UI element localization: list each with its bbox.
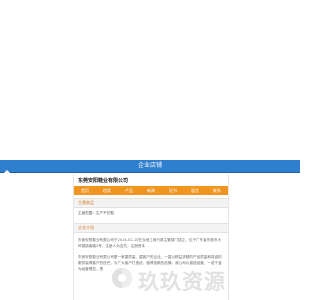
page-title: 企业店铺 [137, 162, 162, 169]
company-name: 东莞安阳鞋业有限公司 [78, 178, 129, 184]
nav-item-products[interactable]: 产品 [125, 186, 133, 195]
top-header-bar: 企业店铺 [0, 160, 300, 176]
nav-item-contact[interactable]: 联系 [213, 186, 221, 195]
nav-item-profile[interactable]: 档案 [103, 186, 111, 195]
watermark: 玖玖资源 [110, 264, 240, 294]
nav-item-home[interactable]: 首页 [81, 186, 89, 195]
nav-item-news[interactable]: 新闻 [147, 186, 155, 195]
intro-paragraph-1: 东莞安阳鞋业有限公司于2015-01-15在当地工商行政主管部门成立。位于广东省… [78, 238, 222, 248]
main-products-heading: 主营商品 [78, 200, 94, 205]
nav-item-certificates[interactable]: 证书 [169, 186, 177, 195]
intro-heading: 企业介绍 [78, 225, 94, 230]
intro-heading-bar: 企业介绍 [74, 223, 228, 233]
nav-item-messages[interactable]: 留言 [191, 186, 199, 195]
logo-icon [110, 266, 134, 290]
watermark-text: 玖玖资源 [138, 270, 226, 294]
main-products-line: 主营范围：生产不在鞋 [78, 211, 114, 215]
main-products-heading-bar: 主营商品 [74, 198, 228, 208]
company-nav: 首页 档案 产品 新闻 证书 留言 联系 [74, 186, 228, 195]
